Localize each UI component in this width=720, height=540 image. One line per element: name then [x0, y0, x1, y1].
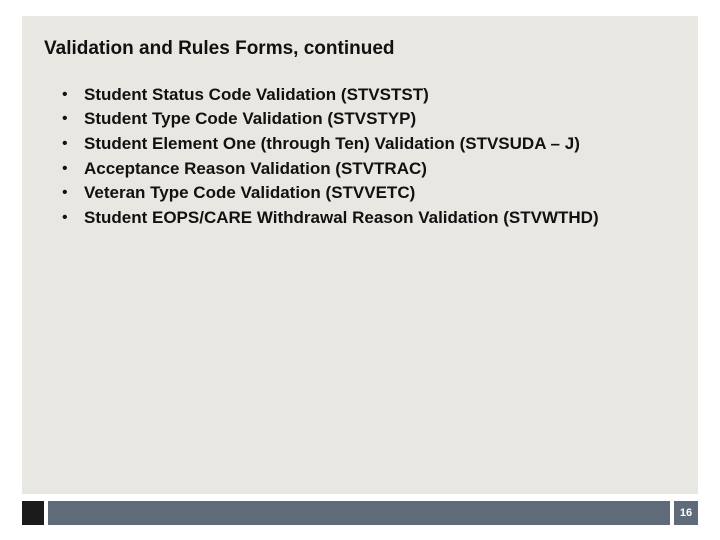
page-number: 16 [674, 501, 698, 525]
list-item: Veteran Type Code Validation (STVVETC) [62, 181, 676, 206]
list-item: Student Status Code Validation (STVSTST) [62, 83, 676, 108]
list-item: Student Type Code Validation (STVSTYP) [62, 107, 676, 132]
list-item: Acceptance Reason Validation (STVTRAC) [62, 157, 676, 182]
footer-accent-block [22, 501, 44, 525]
list-item: Student Element One (through Ten) Valida… [62, 132, 676, 157]
footer-main-bar [48, 501, 670, 525]
content-area: Validation and Rules Forms, continued St… [22, 16, 698, 494]
bullet-list: Student Status Code Validation (STVSTST)… [44, 83, 676, 231]
list-item: Student EOPS/CARE Withdrawal Reason Vali… [62, 206, 676, 231]
slide-title: Validation and Rules Forms, continued [44, 38, 676, 61]
footer-bar: 16 [22, 501, 698, 525]
slide: Validation and Rules Forms, continued St… [0, 0, 720, 540]
